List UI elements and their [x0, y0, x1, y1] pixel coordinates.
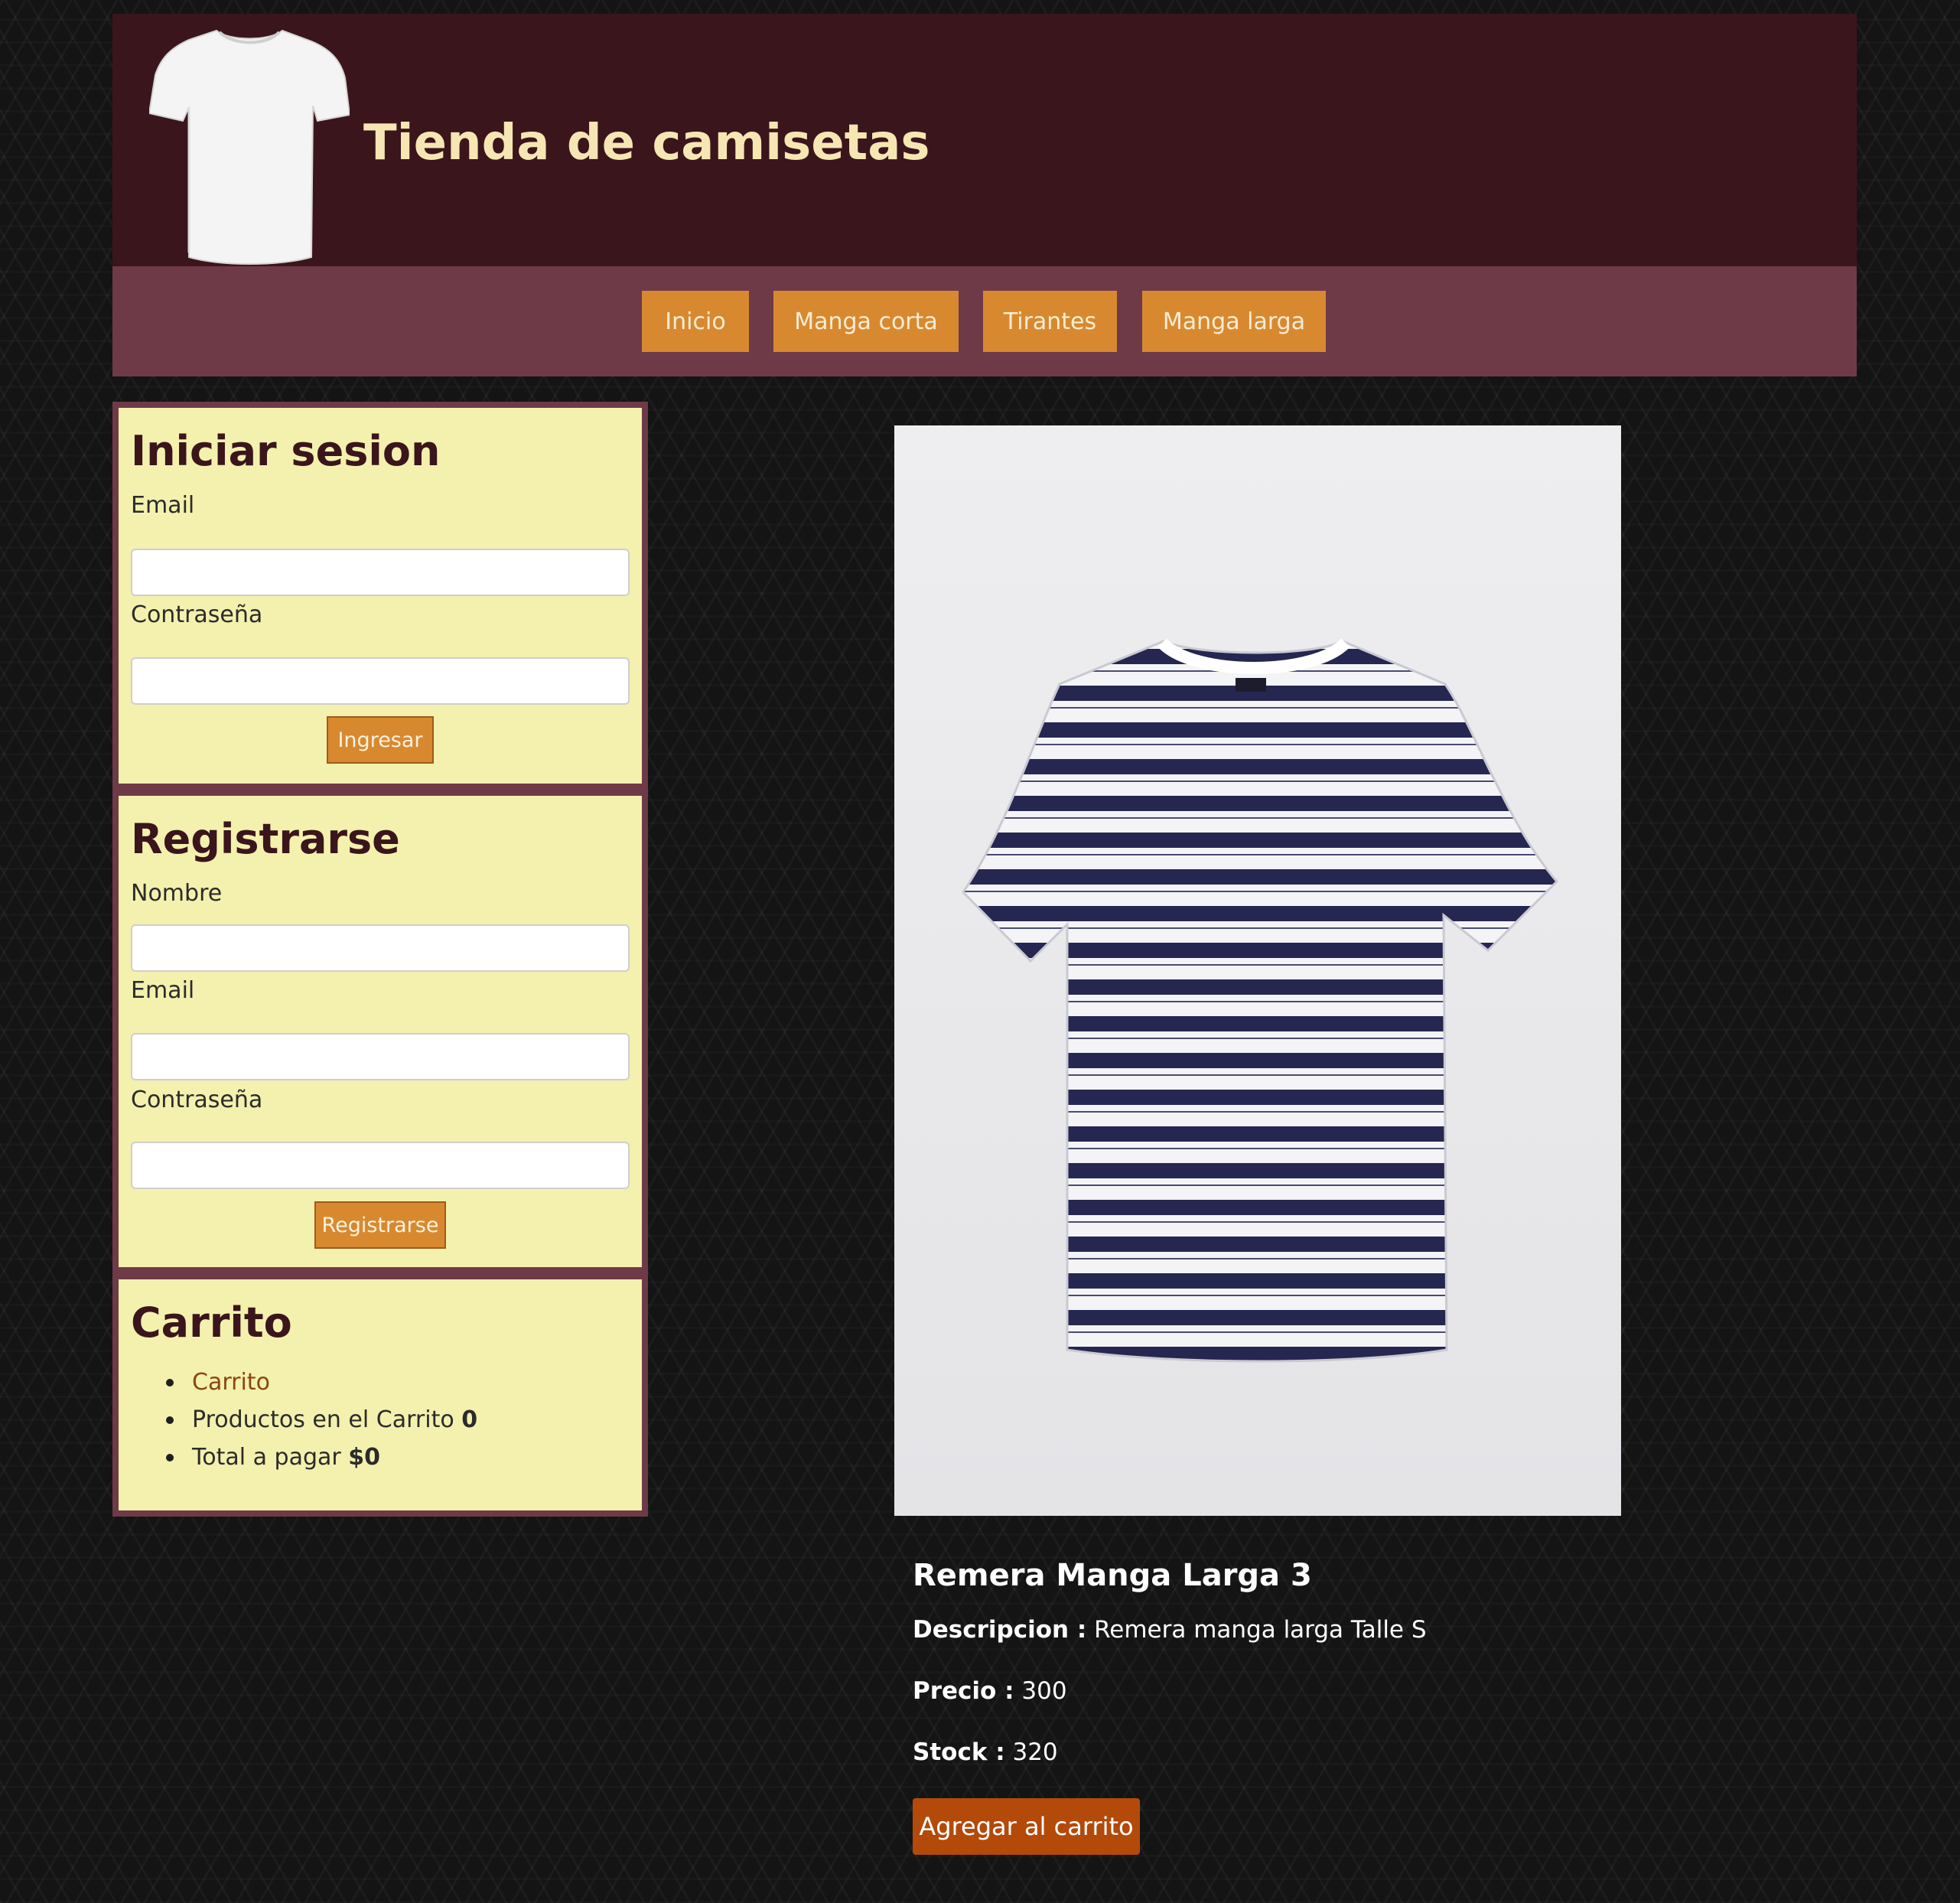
cart-products-label: Productos en el Carrito	[192, 1406, 454, 1433]
cart-total-label: Total a pagar	[192, 1444, 341, 1471]
stock-value: 320	[1012, 1738, 1058, 1766]
price-label: Precio :	[913, 1677, 1014, 1705]
nav-item-tirantes[interactable]: Tirantes	[983, 291, 1117, 352]
login-password-input[interactable]	[131, 657, 630, 705]
cart-panel: Carrito Carrito Productos en el Carrito …	[112, 1273, 648, 1517]
description-value: Remera manga larga Talle S	[1094, 1616, 1427, 1644]
price-value: 300	[1021, 1677, 1067, 1705]
register-email-label: Email	[131, 977, 195, 1004]
nav-item-inicio[interactable]: Inicio	[642, 291, 749, 352]
product-price: Precio : 300	[913, 1677, 1067, 1705]
login-email-input[interactable]	[131, 549, 630, 596]
description-label: Descripcion :	[913, 1616, 1087, 1644]
tshirt-logo-icon	[149, 29, 350, 265]
register-title: Registrarse	[131, 815, 400, 863]
product-image	[894, 425, 1621, 1516]
add-to-cart-button[interactable]: Agregar al carrito	[913, 1798, 1140, 1855]
register-email-input[interactable]	[131, 1033, 630, 1080]
product-stock: Stock : 320	[913, 1738, 1058, 1766]
register-submit-button[interactable]: Registrarse	[314, 1201, 446, 1249]
login-password-label: Contraseña	[131, 601, 263, 628]
cart-total-value: $0	[348, 1444, 381, 1471]
register-panel: Registrarse Nombre Email Contraseña Regi…	[112, 790, 648, 1273]
cart-list-item: Productos en el Carrito 0	[131, 1401, 477, 1439]
cart-link[interactable]: Carrito	[192, 1369, 270, 1396]
main-nav: Inicio Manga corta Tirantes Manga larga	[112, 266, 1857, 376]
site-header: Tienda de camisetas	[112, 14, 1857, 266]
cart-list: Carrito Productos en el Carrito 0 Total …	[131, 1364, 477, 1476]
product-name: Remera Manga Larga 3	[913, 1558, 1312, 1593]
cart-list-item: Carrito	[131, 1364, 477, 1401]
register-password-input[interactable]	[131, 1142, 630, 1189]
site-title: Tienda de camisetas	[363, 115, 930, 171]
stock-label: Stock :	[913, 1738, 1005, 1766]
login-submit-button[interactable]: Ingresar	[327, 716, 434, 764]
login-panel: Iniciar sesion Email Contraseña Ingresar	[112, 402, 648, 790]
cart-products-count: 0	[461, 1406, 478, 1433]
login-title: Iniciar sesion	[131, 427, 441, 475]
product-description: Descripcion : Remera manga larga Talle S	[913, 1616, 1427, 1644]
cart-list-item: Total a pagar $0	[131, 1439, 477, 1476]
cart-title: Carrito	[131, 1299, 292, 1347]
register-password-label: Contraseña	[131, 1087, 263, 1113]
nav-item-manga-corta[interactable]: Manga corta	[773, 291, 959, 352]
register-name-label: Nombre	[131, 880, 223, 907]
login-email-label: Email	[131, 492, 195, 519]
nav-item-manga-larga[interactable]: Manga larga	[1142, 291, 1326, 352]
register-name-input[interactable]	[131, 924, 630, 972]
striped-tshirt-image-icon	[962, 638, 1559, 1363]
